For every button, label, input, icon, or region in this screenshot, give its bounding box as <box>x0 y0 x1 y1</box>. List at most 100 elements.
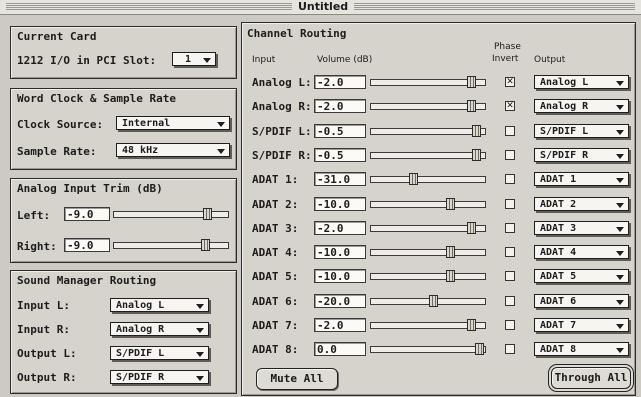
channel-volume-field[interactable]: -0.5 <box>314 123 366 138</box>
slider-thumb[interactable] <box>467 319 477 331</box>
channel-output-select[interactable]: ADAT 6 <box>534 293 629 308</box>
slider-thumb[interactable] <box>200 239 210 251</box>
sound-manager-row-select[interactable]: Analog L <box>110 298 209 312</box>
slider-thumb[interactable] <box>471 124 481 137</box>
channel-output-value: ADAT 5 <box>540 271 577 283</box>
channel-volume-field[interactable]: -2.0 <box>314 220 366 235</box>
chevron-down-icon <box>217 149 225 154</box>
slider-thumb[interactable] <box>475 343 485 356</box>
sound-manager-row-label: Output L: <box>17 347 77 360</box>
channel-volume-field[interactable]: -10.0 <box>314 245 366 260</box>
channel-volume-slider[interactable] <box>370 124 486 137</box>
header-invert: Invert <box>492 54 519 64</box>
channel-output-select[interactable]: ADAT 4 <box>534 245 629 260</box>
sound-manager-row-select[interactable]: S/PDIF R <box>110 370 209 384</box>
channel-output-select[interactable]: ADAT 7 <box>534 318 629 332</box>
chevron-down-icon <box>616 226 624 232</box>
phase-invert-checkbox[interactable] <box>505 247 515 258</box>
phase-invert-checkbox[interactable] <box>505 149 515 160</box>
channel-output-select[interactable]: S/PDIF L <box>534 123 629 138</box>
channel-volume-slider[interactable] <box>370 294 486 307</box>
channel-output-select[interactable]: ADAT 8 <box>534 342 629 357</box>
channel-volume-field[interactable]: -10.0 <box>314 269 366 284</box>
channel-volume-field[interactable]: -20.0 <box>314 293 366 308</box>
channel-volume-slider[interactable] <box>370 197 486 210</box>
phase-invert-checkbox[interactable] <box>505 174 515 185</box>
slider-thumb[interactable] <box>446 246 456 259</box>
channel-volume-field[interactable]: 0.0 <box>314 342 366 357</box>
slider-thumb[interactable] <box>203 208 213 220</box>
word-clock-title: Word Clock & Sample Rate <box>17 92 176 105</box>
trim-right-slider[interactable] <box>113 239 229 251</box>
clock-source-select[interactable]: Internal <box>116 116 230 130</box>
sound-manager-row-select[interactable]: S/PDIF L <box>110 346 209 360</box>
sample-rate-value: 48 kHz <box>122 145 159 156</box>
channel-volume-field[interactable]: -31.0 <box>314 172 366 187</box>
channel-output-select[interactable]: ADAT 2 <box>534 196 629 211</box>
channel-volume-field[interactable]: -0.5 <box>314 147 366 162</box>
sound-manager-row-label: Input L: <box>17 299 70 312</box>
phase-invert-checkbox[interactable] <box>505 344 515 355</box>
channel-volume-slider[interactable] <box>370 76 486 88</box>
phase-invert-checkbox[interactable]: ✕ <box>505 101 515 112</box>
trim-left-slider[interactable] <box>113 208 229 220</box>
window-title-bar[interactable]: Untitled <box>0 0 641 15</box>
channel-volume-slider[interactable] <box>370 221 486 234</box>
sound-manager-row-value: Analog L <box>116 300 165 311</box>
clock-source-value: Internal <box>122 118 171 129</box>
header-input: Input <box>252 55 276 65</box>
phase-invert-checkbox[interactable] <box>505 271 515 282</box>
slider-thumb[interactable] <box>409 173 419 186</box>
channel-volume-field[interactable]: -2.0 <box>314 75 366 89</box>
chevron-down-icon <box>616 129 624 135</box>
slider-thumb[interactable] <box>467 100 477 113</box>
channel-volume-slider[interactable] <box>370 148 486 161</box>
channel-output-value: S/PDIF R <box>540 149 589 161</box>
channel-volume-slider[interactable] <box>370 319 486 331</box>
channel-volume-field[interactable]: -2.0 <box>314 318 366 332</box>
slider-track <box>370 176 486 184</box>
channel-volume-field[interactable]: -10.0 <box>314 196 366 211</box>
channel-output-select[interactable]: ADAT 3 <box>534 220 629 235</box>
slider-track <box>370 127 486 135</box>
trim-left-field[interactable]: -9.0 <box>64 207 110 221</box>
channel-volume-field[interactable]: -2.0 <box>314 99 366 114</box>
channel-output-select[interactable]: ADAT 5 <box>534 269 629 284</box>
slider-thumb[interactable] <box>471 148 481 161</box>
phase-invert-checkbox[interactable] <box>505 222 515 233</box>
sample-rate-select[interactable]: 48 kHz <box>116 143 230 157</box>
channel-output-select[interactable]: S/PDIF R <box>534 147 629 162</box>
sound-manager-row-label: Input R: <box>17 323 70 336</box>
phase-invert-checkbox[interactable] <box>505 295 515 306</box>
phase-invert-checkbox[interactable] <box>505 320 515 330</box>
channel-volume-slider[interactable] <box>370 100 486 113</box>
channel-output-select[interactable]: ADAT 1 <box>534 172 629 187</box>
slider-thumb[interactable] <box>467 221 477 234</box>
channel-volume-slider[interactable] <box>370 173 486 186</box>
channel-volume-slider[interactable] <box>370 270 486 283</box>
mute-all-button[interactable]: Mute All <box>256 368 338 390</box>
channel-volume-slider[interactable] <box>370 246 486 259</box>
channel-output-select[interactable]: Analog L <box>534 75 629 89</box>
channel-output-value: S/PDIF L <box>540 125 589 137</box>
phase-invert-checkbox[interactable] <box>505 198 515 209</box>
trim-right-field[interactable]: -9.0 <box>64 238 110 252</box>
channel-row-label: ADAT 1: <box>252 173 299 187</box>
chevron-down-icon <box>196 304 204 309</box>
slider-thumb[interactable] <box>446 197 456 210</box>
slider-thumb[interactable] <box>446 270 456 283</box>
slider-thumb[interactable] <box>428 294 438 307</box>
pci-slot-select[interactable]: 1 <box>172 52 216 66</box>
phase-invert-checkbox[interactable]: ✕ <box>505 77 515 87</box>
chevron-down-icon <box>616 348 624 354</box>
chevron-down-icon <box>203 58 211 63</box>
sound-manager-row-value: S/PDIF L <box>116 348 165 359</box>
channel-row-label: ADAT 8: <box>252 343 299 357</box>
sound-manager-row-select[interactable]: Analog R <box>110 322 209 336</box>
sound-manager-panel: Sound Manager Routing Input L: Analog L In… <box>10 270 237 394</box>
phase-invert-checkbox[interactable] <box>505 125 515 136</box>
channel-output-select[interactable]: Analog R <box>534 99 629 114</box>
through-all-button[interactable]: Through All <box>551 367 631 389</box>
channel-volume-slider[interactable] <box>370 343 486 356</box>
slider-thumb[interactable] <box>467 76 477 88</box>
